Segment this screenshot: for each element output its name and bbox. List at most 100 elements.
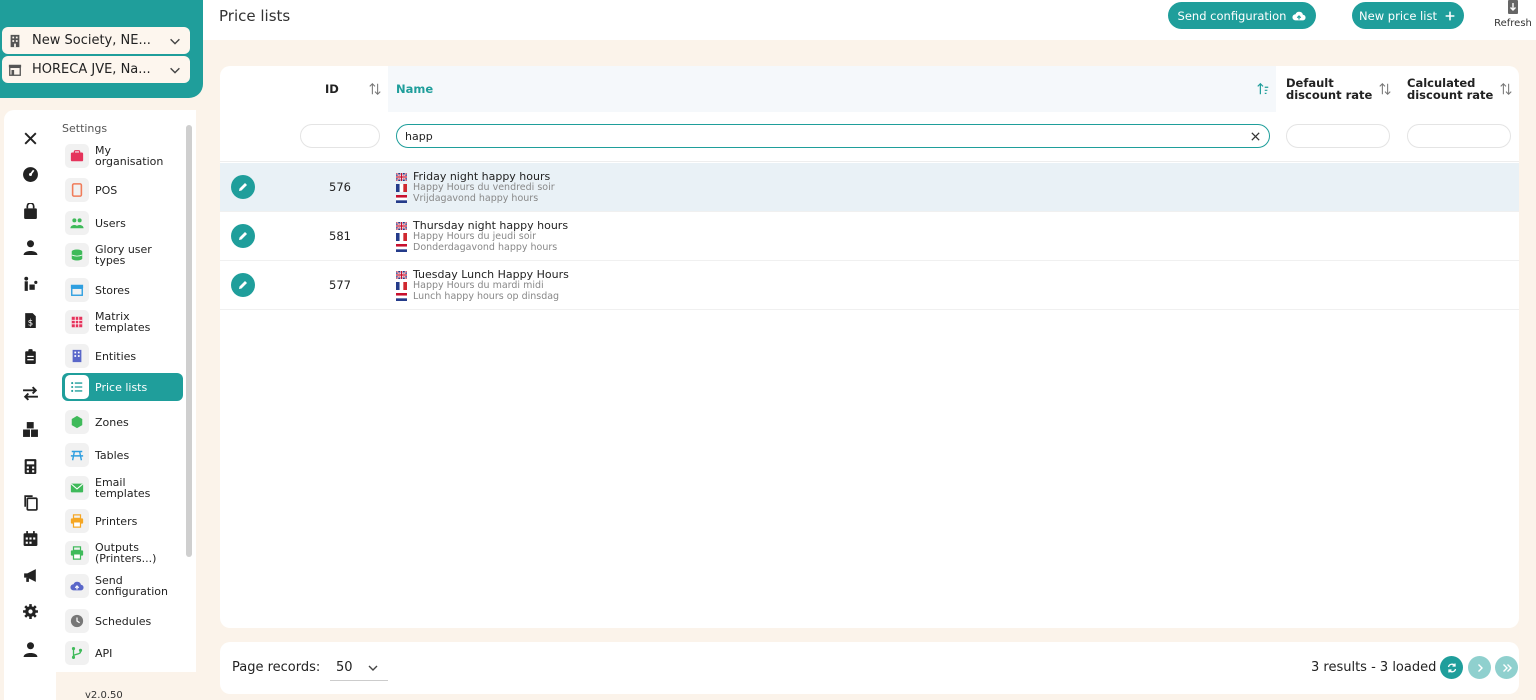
people-carry-icon[interactable] bbox=[20, 274, 40, 294]
menu-item-label: Entities bbox=[95, 349, 137, 363]
menu-item-pos[interactable]: POS bbox=[62, 176, 183, 204]
sort-ascending-icon[interactable] bbox=[1256, 82, 1270, 96]
pencil-icon bbox=[239, 281, 247, 289]
building-icon bbox=[10, 34, 20, 47]
menu-item-label: Send configuration bbox=[95, 574, 168, 598]
gear-icon[interactable] bbox=[20, 601, 40, 621]
menu-item-send-configuration[interactable]: Send configuration bbox=[62, 572, 183, 600]
menu-item-price-lists[interactable]: Price lists bbox=[62, 373, 183, 401]
page-records-select[interactable]: 50 bbox=[330, 655, 388, 681]
users-icon bbox=[65, 211, 89, 235]
menu-item-entities[interactable]: Entities bbox=[62, 342, 183, 370]
double-chevron-right-icon bbox=[1502, 663, 1512, 672]
menu-scrollbar[interactable] bbox=[186, 125, 192, 557]
default-discount-filter[interactable] bbox=[1286, 124, 1390, 148]
copy-icon[interactable] bbox=[20, 492, 40, 512]
price-lists-table: ID Name Default discount rate Calculated… bbox=[220, 66, 1519, 628]
society-selector-value: New Society, NE... bbox=[32, 33, 151, 48]
menu-item-label: Matrix templates bbox=[95, 310, 151, 334]
uk-flag-icon bbox=[396, 221, 407, 230]
menu-item-glory-user-types[interactable]: Glory user types bbox=[62, 241, 183, 269]
menu-item-users[interactable]: Users bbox=[62, 209, 183, 237]
default-discount-filter-input[interactable] bbox=[1287, 125, 1389, 148]
dashboard-icon[interactable] bbox=[20, 164, 40, 184]
column-header-calculated-discount[interactable]: Calculated discount rate bbox=[1407, 66, 1499, 112]
menu-item-stores[interactable]: Stores bbox=[62, 276, 183, 304]
name-filter-input[interactable] bbox=[397, 125, 1269, 148]
clock-icon bbox=[65, 609, 89, 633]
netherlands-flag-icon bbox=[396, 243, 407, 252]
edit-button[interactable] bbox=[231, 175, 255, 199]
name-dutch: Lunch happy hours op dinsdag bbox=[413, 291, 560, 302]
id-filter[interactable] bbox=[300, 124, 380, 148]
menu-section-title: Settings bbox=[62, 122, 108, 135]
next-page-button[interactable] bbox=[1468, 656, 1491, 679]
send-configuration-button[interactable]: Send configuration bbox=[1168, 2, 1316, 29]
boxes-icon[interactable] bbox=[20, 419, 40, 439]
results-count: 3 results - 3 loaded bbox=[1311, 660, 1437, 675]
table-row[interactable]: 581 Thursday night happy hours Happy Hou… bbox=[220, 212, 1519, 261]
menu-item-label: Glory user types bbox=[95, 243, 152, 267]
exchange-icon[interactable] bbox=[20, 383, 40, 403]
menu-item-api[interactable]: API bbox=[62, 639, 183, 667]
invoice-dollar-icon[interactable]: $ bbox=[20, 310, 40, 330]
menu-item-email-templates[interactable]: Email templates bbox=[62, 474, 183, 502]
chevron-down-icon bbox=[170, 38, 180, 45]
menu-item-my-organisation[interactable]: My organisation bbox=[62, 142, 183, 170]
column-header-default-discount[interactable]: Default discount rate bbox=[1286, 66, 1374, 112]
megaphone-icon[interactable] bbox=[20, 565, 40, 585]
shopping-bag-icon[interactable] bbox=[20, 201, 40, 221]
clear-icon[interactable] bbox=[1250, 131, 1261, 142]
sort-icon[interactable] bbox=[1378, 82, 1392, 96]
envelope-icon bbox=[65, 476, 89, 500]
printer-icon bbox=[65, 509, 89, 533]
sort-icon[interactable] bbox=[368, 82, 382, 96]
table-row[interactable]: 577 Tuesday Lunch Happy Hours Happy Hour… bbox=[220, 261, 1519, 310]
icon-rail: $ bbox=[4, 110, 56, 700]
list-icon bbox=[65, 375, 89, 399]
column-header-name[interactable]: Name bbox=[396, 66, 433, 112]
netherlands-flag-icon bbox=[396, 292, 407, 301]
menu-item-zones[interactable]: Zones bbox=[62, 408, 183, 436]
chevron-down-icon bbox=[170, 67, 180, 74]
id-filter-input[interactable] bbox=[301, 125, 379, 148]
menu-item-label: Outputs (Printers...) bbox=[95, 541, 157, 565]
close-icon[interactable] bbox=[20, 128, 40, 148]
name-filter[interactable] bbox=[396, 124, 1270, 148]
edit-button[interactable] bbox=[231, 224, 255, 248]
menu-item-tables[interactable]: Tables bbox=[62, 441, 183, 469]
clipboard-icon[interactable] bbox=[20, 346, 40, 366]
user-tie-icon[interactable] bbox=[20, 237, 40, 257]
refresh-label: Refresh bbox=[1494, 18, 1532, 29]
row-id: 577 bbox=[329, 278, 351, 292]
edit-button[interactable] bbox=[231, 273, 255, 297]
refresh-button[interactable]: Refresh bbox=[1493, 0, 1533, 40]
name-dutch: Donderdagavond happy hours bbox=[413, 242, 558, 253]
store-selector[interactable]: HORECA JVE, Na... bbox=[2, 56, 190, 83]
table-row[interactable]: 576 Friday night happy hours Happy Hours… bbox=[220, 163, 1519, 212]
building-icon bbox=[65, 344, 89, 368]
society-selector[interactable]: New Society, NE... bbox=[2, 27, 190, 54]
new-price-list-button[interactable]: New price list bbox=[1352, 2, 1464, 29]
menu-item-schedules[interactable]: Schedules bbox=[62, 607, 183, 635]
tablet-icon bbox=[65, 178, 89, 202]
calculated-discount-filter[interactable] bbox=[1407, 124, 1511, 148]
row-names: Friday night happy hours Happy Hours du … bbox=[396, 170, 555, 204]
plus-icon bbox=[1445, 11, 1455, 20]
last-page-button[interactable] bbox=[1495, 656, 1518, 679]
sort-icon[interactable] bbox=[1499, 82, 1513, 96]
menu-item-label: Printers bbox=[95, 514, 138, 528]
user-icon[interactable] bbox=[20, 639, 40, 659]
row-id: 581 bbox=[329, 229, 351, 243]
menu-item-printers[interactable]: Printers bbox=[62, 507, 183, 535]
row-id: 576 bbox=[329, 180, 351, 194]
calendar-icon[interactable] bbox=[20, 528, 40, 548]
name-french: Happy Hours du vendredi soir bbox=[413, 182, 555, 193]
calculator-icon[interactable] bbox=[20, 456, 40, 476]
reload-button[interactable] bbox=[1440, 656, 1463, 679]
page-records-value: 50 bbox=[336, 660, 353, 675]
menu-item-outputs-printers[interactable]: Outputs (Printers...) bbox=[62, 539, 183, 567]
calculated-discount-filter-input[interactable] bbox=[1408, 125, 1510, 148]
column-header-id[interactable]: ID bbox=[325, 66, 339, 112]
menu-item-matrix-templates[interactable]: Matrix templates bbox=[62, 308, 183, 336]
